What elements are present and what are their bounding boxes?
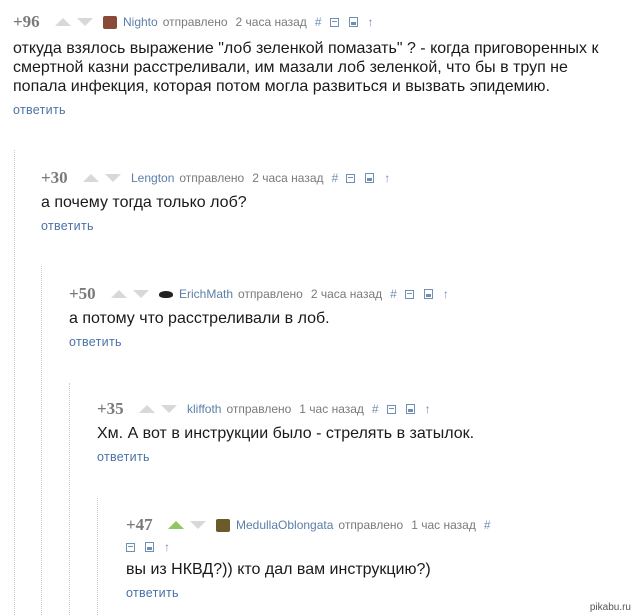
thread-line bbox=[97, 498, 98, 615]
hash-link-icon[interactable]: # bbox=[332, 171, 339, 185]
comment-time[interactable]: 2 часа назад bbox=[236, 15, 307, 29]
comment-time[interactable]: 2 часа назад bbox=[252, 171, 323, 185]
parent-arrow-icon[interactable]: ↑ bbox=[384, 171, 390, 185]
comment-header: +47 MedullaOblongata отправлено 1 час на… bbox=[126, 514, 626, 536]
comment-text-line: смертной казни расстреливали, им мазали … bbox=[13, 59, 568, 76]
comment-author[interactable]: ErichMath bbox=[179, 287, 233, 301]
avatar[interactable] bbox=[216, 518, 230, 532]
comment: +35 kliffoth отправлено 1 час назад # ↑ … bbox=[97, 398, 627, 464]
save-icon[interactable] bbox=[423, 289, 433, 299]
comment-author[interactable]: MedullaOblongata bbox=[236, 518, 333, 532]
comment-sent-label: отправлено bbox=[162, 15, 228, 29]
comment-rating: +30 bbox=[41, 168, 68, 187]
hash-link-icon[interactable]: # bbox=[484, 518, 491, 532]
comment-text: вы из НКВД?)) кто дал вам инструкцию?) bbox=[126, 560, 626, 579]
comment-text: Хм. А вот в инструкции было - стрелять в… bbox=[97, 424, 627, 443]
parent-arrow-icon[interactable]: ↑ bbox=[425, 402, 431, 416]
comment-rating: +96 bbox=[13, 12, 40, 31]
collapse-icon[interactable] bbox=[404, 289, 414, 299]
comment-header: +30 Lengton отправлено 2 часа назад # ↑ bbox=[41, 167, 631, 189]
comment-author[interactable]: Lengton bbox=[131, 171, 174, 185]
collapse-icon[interactable] bbox=[126, 542, 135, 552]
comment-text: откуда взялось выражение "лоб зеленкой п… bbox=[13, 39, 628, 96]
parent-arrow-icon[interactable]: ↑ bbox=[443, 287, 449, 301]
thread-line bbox=[69, 383, 70, 615]
comment: +50 ErichMath отправлено 2 часа назад # … bbox=[69, 283, 629, 349]
collapse-icon[interactable] bbox=[386, 404, 396, 414]
reply-link[interactable]: ответить bbox=[126, 586, 626, 600]
comment-rating: +47 bbox=[126, 515, 153, 534]
comment: +30 Lengton отправлено 2 часа назад # ↑ … bbox=[41, 167, 631, 233]
comment-rating: +35 bbox=[97, 399, 124, 418]
comment-text-line: откуда взялось выражение "лоб зеленкой п… bbox=[13, 40, 599, 57]
comment-time[interactable]: 2 часа назад bbox=[311, 287, 382, 301]
avatar[interactable] bbox=[159, 290, 173, 298]
comment-sent-label: отправлено bbox=[226, 402, 292, 416]
comment-text-line: Хм. А вот в инструкции было - стрелять в… bbox=[97, 425, 475, 442]
upvote-icon[interactable] bbox=[111, 290, 127, 298]
parent-arrow-icon[interactable]: ↑ bbox=[164, 540, 170, 554]
thread-line bbox=[41, 266, 42, 615]
downvote-icon[interactable] bbox=[105, 174, 121, 182]
comment-time[interactable]: 1 час назад bbox=[299, 402, 364, 416]
save-icon[interactable] bbox=[405, 404, 415, 414]
comment-text-line: а потому что расстреливали в лоб. bbox=[69, 310, 330, 327]
comment-sent-label: отправлено bbox=[338, 518, 404, 532]
comment-sent-label: отправлено bbox=[238, 287, 303, 301]
comment-text-line: вы из НКВД?)) кто дал вам инструкцию?) bbox=[126, 561, 431, 578]
comment: +96 Nighto отправлено 2 часа назад # ↑ о… bbox=[13, 11, 628, 117]
downvote-icon[interactable] bbox=[161, 405, 177, 413]
hash-link-icon[interactable]: # bbox=[315, 15, 322, 29]
collapse-icon[interactable] bbox=[346, 173, 356, 183]
upvote-icon[interactable] bbox=[168, 521, 184, 529]
comment-header: +96 Nighto отправлено 2 часа назад # ↑ bbox=[13, 11, 628, 33]
reply-link[interactable]: ответить bbox=[97, 450, 627, 464]
comment-text-line: попала инфекция, которая потом могла раз… bbox=[13, 78, 550, 95]
thread-line bbox=[14, 150, 15, 615]
comment-author[interactable]: kliffoth bbox=[187, 402, 221, 416]
downvote-icon[interactable] bbox=[77, 18, 93, 26]
reply-link[interactable]: ответить bbox=[13, 103, 628, 117]
downvote-icon[interactable] bbox=[190, 521, 206, 529]
comment-author[interactable]: Nighto bbox=[123, 15, 158, 29]
hash-link-icon[interactable]: # bbox=[390, 287, 397, 301]
comment-header-actions: ↑ bbox=[126, 538, 626, 556]
save-icon[interactable] bbox=[145, 542, 154, 552]
upvote-icon[interactable] bbox=[139, 405, 155, 413]
comment-header: +35 kliffoth отправлено 1 час назад # ↑ bbox=[97, 398, 627, 420]
comment-text: а потому что расстреливали в лоб. bbox=[69, 309, 629, 328]
save-icon[interactable] bbox=[348, 17, 358, 27]
watermark: pikabu.ru bbox=[589, 602, 631, 613]
comment-text: а почему тогда только лоб? bbox=[41, 193, 631, 212]
avatar[interactable] bbox=[103, 15, 117, 29]
upvote-icon[interactable] bbox=[83, 174, 99, 182]
reply-link[interactable]: ответить bbox=[41, 219, 631, 233]
save-icon[interactable] bbox=[365, 173, 375, 183]
comment-text-line: а почему тогда только лоб? bbox=[41, 194, 247, 211]
collapse-icon[interactable] bbox=[329, 17, 339, 27]
parent-arrow-icon[interactable]: ↑ bbox=[368, 15, 374, 29]
comment-sent-label: отправлено bbox=[179, 171, 245, 185]
comment-rating: +50 bbox=[69, 284, 96, 303]
downvote-icon[interactable] bbox=[133, 290, 149, 298]
comment: +47 MedullaOblongata отправлено 1 час на… bbox=[126, 514, 626, 600]
reply-link[interactable]: ответить bbox=[69, 335, 629, 349]
hash-link-icon[interactable]: # bbox=[372, 402, 379, 416]
comment-time[interactable]: 1 час назад bbox=[411, 518, 476, 532]
upvote-icon[interactable] bbox=[55, 18, 71, 26]
comment-header: +50 ErichMath отправлено 2 часа назад # … bbox=[69, 283, 629, 305]
